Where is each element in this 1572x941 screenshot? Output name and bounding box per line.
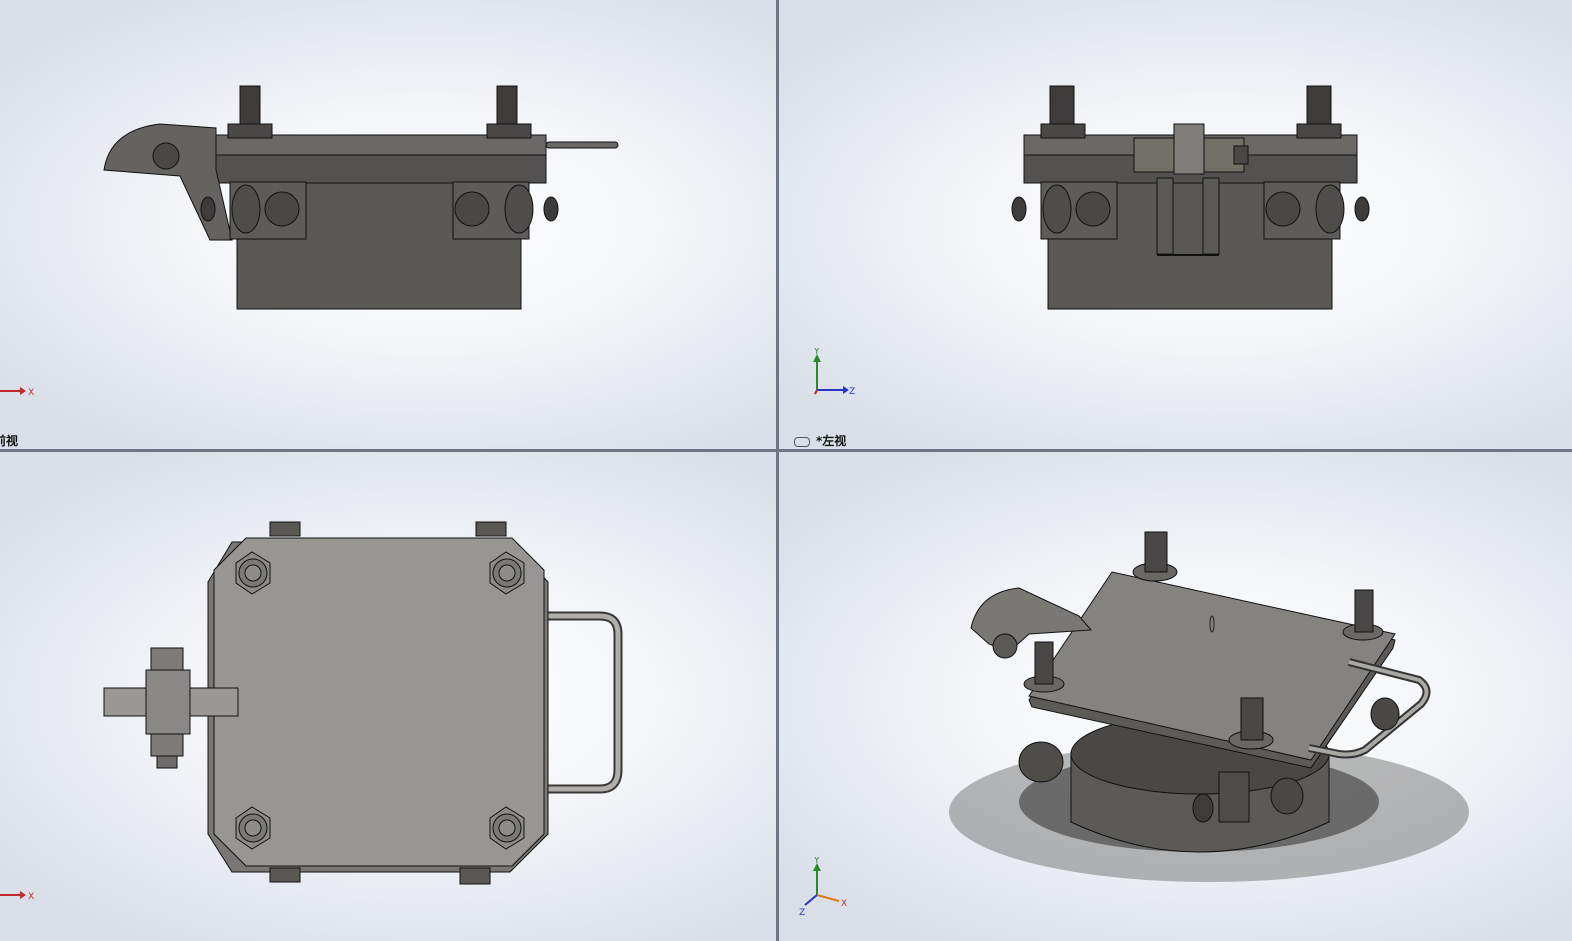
axis-x-label: X [28, 388, 34, 398]
iso-view-model[interactable] [779, 452, 1572, 941]
bolt-right [1306, 85, 1332, 129]
axis-triad: Y Z [809, 347, 859, 402]
top-plate [1028, 571, 1396, 761]
viewport-left[interactable]: Y Z *左视 [779, 0, 1572, 449]
clamp-right-knuckle [1315, 184, 1345, 234]
nut-right [1296, 123, 1342, 139]
nut-left [1040, 123, 1086, 139]
nut-left [227, 123, 273, 139]
hinge-knuckle [145, 669, 191, 735]
hinge-nut [1233, 145, 1249, 165]
clamp-left-knuckle [1042, 184, 1072, 234]
hinge-lever [1173, 123, 1205, 175]
clamp-tab [475, 521, 507, 537]
clamp-front-nut [1270, 777, 1304, 815]
clamp-left-nut [264, 191, 300, 227]
bolt-back [1132, 531, 1178, 582]
clamp-left-pin [1011, 196, 1027, 222]
hinge-bracket-left [1156, 177, 1174, 255]
axis-triad: Y X Z [797, 856, 857, 921]
clamp-front-pin [1192, 793, 1214, 823]
clamp-right-knuckle [504, 184, 534, 234]
clamp-right-pin [1354, 196, 1370, 222]
viewport-left-label: *左视 [794, 432, 846, 449]
hinge-nut-top [150, 647, 184, 671]
bolt-left [239, 85, 261, 129]
clamp-tab [269, 521, 301, 537]
clamp-right-nut [454, 191, 490, 227]
top-view-model[interactable] [0, 452, 776, 941]
viewport-splitter-horizontal[interactable] [0, 449, 1572, 452]
hinge-bolt-end [156, 755, 178, 769]
hinge-bracket-right [1202, 177, 1220, 255]
viewport-left-label-text: *左视 [816, 434, 847, 448]
hinge-nut-bottom [150, 733, 184, 757]
clamp-right-nut [1370, 697, 1400, 731]
clamp-front [1218, 771, 1250, 823]
handle-rod [545, 141, 619, 149]
hinge-nut [992, 633, 1018, 659]
axis-x-label: X [841, 899, 847, 909]
clamp-tab [459, 867, 491, 885]
left-view-model[interactable] [779, 0, 1572, 449]
clamp-right-nut [1265, 191, 1301, 227]
hinge-hook [103, 123, 233, 241]
viewport-splitter-vertical[interactable] [776, 0, 779, 941]
bolt-right [1342, 589, 1384, 641]
axis-triad: X [0, 886, 40, 910]
clamp-left-nut [1075, 191, 1111, 227]
front-view-model[interactable] [0, 0, 776, 449]
axis-z-label: Z [849, 387, 855, 397]
link-view-icon[interactable] [794, 436, 810, 447]
bolt-right [496, 85, 518, 129]
axis-y-label: Y [813, 857, 820, 866]
viewport-iso[interactable]: Y X Z [779, 452, 1572, 941]
axis-y-label: Y [813, 348, 820, 357]
clamp-left-nut [1018, 741, 1064, 783]
hinge-nut [152, 142, 180, 170]
axis-x-label: X [28, 892, 34, 902]
viewport-top[interactable]: X [0, 452, 776, 941]
clamp-left-knuckle [231, 184, 261, 234]
clamp-left-pin [200, 196, 216, 222]
clamp-tab [269, 867, 301, 883]
clamp-right-pin [543, 196, 559, 222]
axis-z-label: Z [799, 908, 805, 917]
bolt-left [1049, 85, 1075, 129]
viewport-front-label: 前视 [0, 434, 19, 448]
nut-right [486, 123, 532, 139]
viewport-front[interactable]: X 前视 [0, 0, 776, 449]
axis-triad: X [0, 382, 40, 406]
flange-ring [212, 154, 547, 184]
